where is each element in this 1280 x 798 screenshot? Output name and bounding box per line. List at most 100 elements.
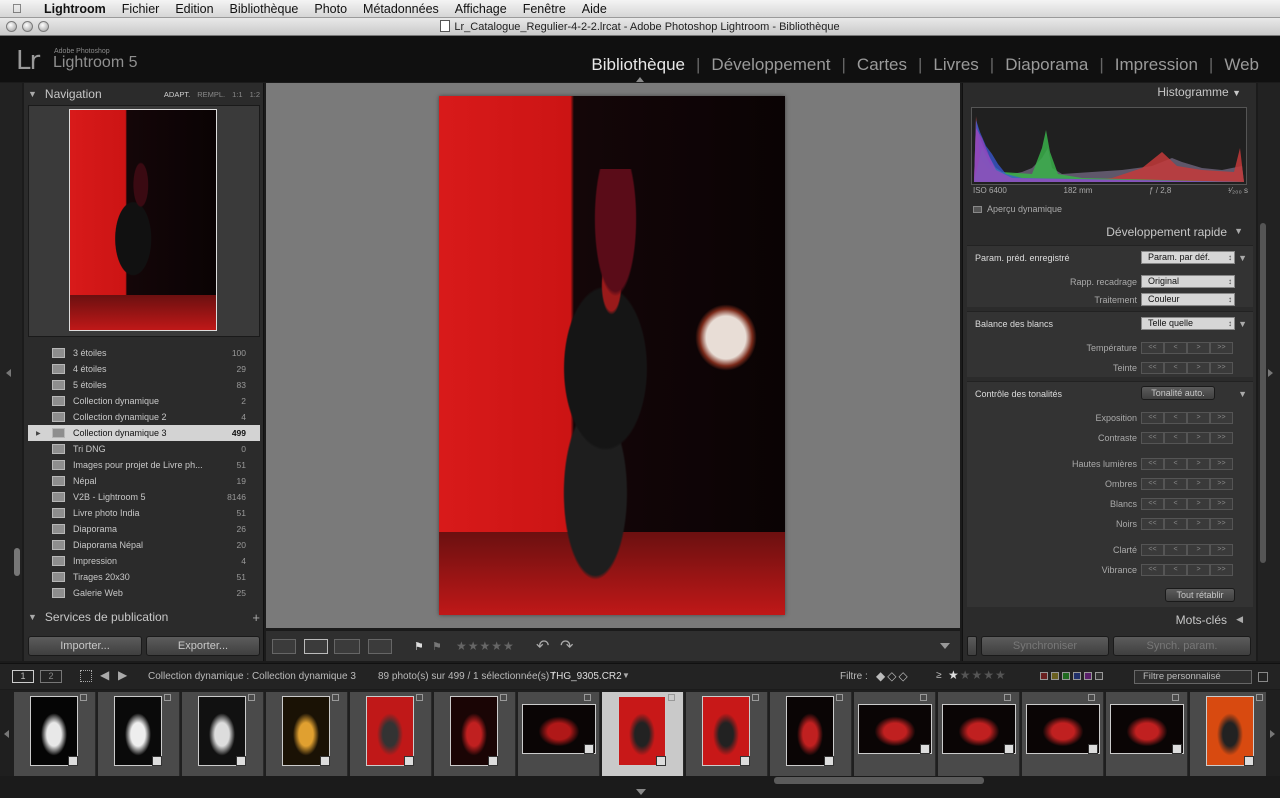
menu-edition[interactable]: Edition — [167, 0, 221, 18]
collection-item[interactable]: Tirages 20x30 51 — [28, 569, 260, 585]
left-panel-scrollbar[interactable] — [14, 548, 20, 576]
zoom-fill[interactable]: REMPL. — [197, 90, 225, 99]
menu-fenetre[interactable]: Fenêtre — [515, 0, 574, 18]
collapse-triangle-icon[interactable]: ▼ — [1238, 389, 1247, 399]
collapse-triangle-icon[interactable]: ▼ — [28, 612, 37, 622]
step-up-large[interactable]: >> — [1210, 362, 1233, 374]
histogram[interactable] — [971, 107, 1247, 185]
module-developpement[interactable]: Développement — [700, 55, 841, 75]
filmstrip-cell[interactable] — [350, 692, 432, 776]
sync-toggle[interactable] — [967, 636, 977, 656]
thumbnail-flag-icon[interactable] — [752, 694, 759, 701]
step-down-large[interactable]: << — [1141, 564, 1164, 576]
step-up[interactable]: > — [1187, 362, 1210, 374]
step-down[interactable]: < — [1164, 362, 1187, 374]
bottom-panel-arrow-icon[interactable] — [636, 789, 646, 795]
thumbnail-flag-icon[interactable] — [668, 694, 675, 701]
collection-item[interactable]: Népal 19 — [28, 473, 260, 489]
filmstrip-cell[interactable] — [1106, 692, 1188, 776]
step-up[interactable]: > — [1187, 564, 1210, 576]
filmstrip-scrollbar[interactable] — [774, 777, 984, 784]
navigator-header[interactable]: ▼ Navigation ADAPT. REMPL. 1:1 1:2 — [28, 85, 260, 103]
step-down[interactable]: < — [1164, 342, 1187, 354]
filmstrip-cell-selected[interactable] — [602, 692, 684, 776]
filmstrip-cell[interactable] — [938, 692, 1020, 776]
auto-tone-button[interactable]: Tonalité auto. — [1141, 386, 1215, 400]
expand-triangle-icon[interactable]: ◀ — [1236, 614, 1243, 625]
sync-settings-button[interactable]: Synch. param. — [1113, 636, 1251, 656]
collapse-triangle-icon[interactable]: ▼ — [1238, 319, 1247, 329]
apple-icon[interactable]:  — [12, 1, 28, 16]
sync-button[interactable]: Synchroniser — [981, 636, 1109, 656]
menu-bibliotheque[interactable]: Bibliothèque — [222, 0, 307, 18]
step-up-large[interactable]: >> — [1210, 432, 1233, 444]
rating-filter[interactable]: ★★★★★ — [948, 668, 1007, 682]
filmstrip-cell[interactable] — [770, 692, 852, 776]
step-up[interactable]: > — [1187, 412, 1210, 424]
primary-display-button[interactable]: 1 — [12, 670, 34, 683]
collection-item[interactable]: Livre photo India 51 — [28, 505, 260, 521]
survey-view-icon[interactable] — [368, 639, 392, 654]
filmstrip-cell[interactable] — [686, 692, 768, 776]
filmstrip-cell[interactable] — [266, 692, 348, 776]
close-window-button[interactable] — [6, 21, 17, 32]
navigator-thumbnail[interactable] — [69, 109, 217, 331]
thumbnail-flag-icon[interactable] — [500, 694, 507, 701]
filmstrip-cell[interactable] — [518, 692, 600, 776]
filmstrip-cell[interactable] — [1190, 692, 1266, 776]
back-arrow-icon[interactable]: ◀ — [100, 668, 109, 682]
add-icon[interactable]: + — [252, 610, 260, 625]
thumbnail-flag-icon[interactable] — [416, 694, 423, 701]
filmstrip-cell[interactable] — [854, 692, 936, 776]
module-bibliotheque[interactable]: Bibliothèque — [580, 55, 696, 75]
main-photo[interactable] — [439, 96, 785, 615]
collection-item[interactable]: Impression 4 — [28, 553, 260, 569]
thumbnail-flag-icon[interactable] — [332, 694, 339, 701]
menu-affichage[interactable]: Affichage — [447, 0, 515, 18]
step-down-large[interactable]: << — [1141, 458, 1164, 470]
step-up-large[interactable]: >> — [1210, 478, 1233, 490]
step-up-large[interactable]: >> — [1210, 458, 1233, 470]
step-down-large[interactable]: << — [1141, 478, 1164, 490]
thumbnail-flag-icon[interactable] — [584, 694, 591, 701]
step-up[interactable]: > — [1187, 342, 1210, 354]
thumbnail-flag-icon[interactable] — [1172, 694, 1179, 701]
collection-item[interactable]: Collection dynamique 2 4 — [28, 409, 260, 425]
step-up[interactable]: > — [1187, 458, 1210, 470]
menu-photo[interactable]: Photo — [306, 0, 355, 18]
thumbnail-flag-icon[interactable] — [1256, 694, 1263, 701]
star-rating[interactable]: ★★★★★ — [456, 639, 515, 653]
module-diaporama[interactable]: Diaporama — [994, 55, 1099, 75]
collection-item[interactable]: 5 étoiles 83 — [28, 377, 260, 393]
histogram-header[interactable]: Histogramme ▼ — [963, 85, 1253, 103]
step-up-large[interactable]: >> — [1210, 564, 1233, 576]
menu-aide[interactable]: Aide — [574, 0, 615, 18]
publish-services-header[interactable]: ▼ Services de publication + — [28, 608, 260, 626]
color-label-filter[interactable] — [1040, 672, 1103, 680]
collection-item[interactable]: V2B - Lightroom 5 8146 — [28, 489, 260, 505]
disclosure-icon[interactable]: ▶ — [28, 430, 41, 437]
filmstrip-cell[interactable] — [182, 692, 264, 776]
step-up[interactable]: > — [1187, 432, 1210, 444]
step-down[interactable]: < — [1164, 432, 1187, 444]
collapse-triangle-icon[interactable]: ▼ — [1234, 226, 1243, 236]
minimize-window-button[interactable] — [22, 21, 33, 32]
right-panel-edge[interactable] — [1258, 83, 1280, 661]
filmstrip-right-arrow-icon[interactable] — [1270, 730, 1275, 738]
step-down[interactable]: < — [1164, 412, 1187, 424]
collection-item[interactable]: Tri DNG 0 — [28, 441, 260, 457]
collapse-triangle-icon[interactable]: ▼ — [1238, 253, 1247, 263]
secondary-display-button[interactable]: 2 — [40, 670, 62, 683]
import-button[interactable]: Importer... — [28, 636, 142, 656]
collection-item[interactable]: 3 étoiles 100 — [28, 345, 260, 361]
module-cartes[interactable]: Cartes — [846, 55, 918, 75]
collection-item-selected[interactable]: ▶ Collection dynamique 3 499 — [28, 425, 260, 441]
thumbnail-flag-icon[interactable] — [80, 694, 87, 701]
step-up-large[interactable]: >> — [1210, 518, 1233, 530]
thumbnail-flag-icon[interactable] — [836, 694, 843, 701]
step-up[interactable]: > — [1187, 544, 1210, 556]
left-panel-edge[interactable] — [0, 83, 22, 661]
collection-item[interactable]: Diaporama Népal 20 — [28, 537, 260, 553]
step-down[interactable]: < — [1164, 544, 1187, 556]
collection-item[interactable]: Images pour projet de Livre ph... 51 — [28, 457, 260, 473]
